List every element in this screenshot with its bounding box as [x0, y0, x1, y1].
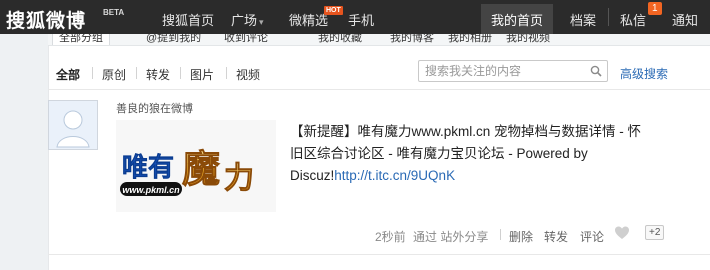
svg-text:唯有: 唯有 — [122, 153, 174, 183]
nav-messages[interactable]: 私信 — [620, 10, 646, 29]
advanced-search-link[interactable]: 高级搜索 — [620, 65, 668, 82]
chevron-down-icon: ▾ — [259, 18, 264, 28]
filter-divider — [136, 67, 137, 79]
nav-plaza[interactable]: 广场 ▾ — [231, 10, 264, 29]
tab-video[interactable]: 我的视频 — [506, 34, 550, 45]
beta-tag: BETA — [103, 8, 125, 17]
delete-button[interactable]: 删除 — [509, 228, 533, 245]
site-logo[interactable]: 搜狐微博 — [6, 6, 86, 33]
filter-video[interactable]: 视频 — [236, 66, 260, 83]
nav-profile[interactable]: 档案 — [570, 10, 596, 29]
top-navigation-bar: 搜狐微博 BETA 搜狐首页 广场 ▾ 微精选 HOT 手机 我的首页 档案 私信… — [0, 0, 710, 34]
nav-plaza-label: 广场 — [231, 14, 258, 29]
svg-text:魔: 魔 — [182, 147, 220, 191]
filter-original[interactable]: 原创 — [102, 66, 126, 83]
post-image[interactable]: 唯有 魔 力 www.pkml.cn — [116, 120, 276, 212]
nav-my-home[interactable]: 我的首页 — [481, 4, 554, 34]
action-divider — [500, 229, 501, 240]
filter-repost[interactable]: 转发 — [146, 66, 170, 83]
comment-button[interactable]: 评论 — [580, 228, 604, 245]
filter-divider — [92, 67, 93, 79]
heart-icon[interactable] — [614, 225, 630, 241]
post-text-line-2: 旧区综合讨论区 - 唯有魔力宝贝论坛 - Powered by — [290, 146, 588, 161]
tab-favorites[interactable]: 我的收藏 — [318, 34, 362, 45]
search-input[interactable] — [419, 61, 584, 81]
post-content: 【新提醒】唯有魔力www.pkml.cn 宠物掉档与数据详情 - 怀 旧区综合讨… — [290, 121, 670, 187]
nav-mobile[interactable]: 手机 — [348, 10, 374, 29]
thumbnail-url-text: www.pkml.cn — [122, 185, 180, 195]
filter-divider — [180, 67, 181, 79]
message-count-badge: 1 — [648, 2, 662, 15]
post-link[interactable]: http://t.itc.cn/9UQnK — [334, 168, 455, 183]
default-avatar-icon — [49, 101, 97, 149]
svg-text:力: 力 — [224, 161, 254, 196]
filter-images[interactable]: 图片 — [190, 66, 214, 83]
tab-mentions[interactable]: @提到我的 — [146, 34, 201, 45]
feed-search-box — [418, 60, 608, 82]
tab-all-groups[interactable]: 全部分组 — [52, 34, 110, 45]
nav-featured[interactable]: 微精选 — [289, 10, 328, 29]
post-separator — [48, 254, 710, 255]
post-timestamp[interactable]: 2秒前 — [375, 228, 406, 245]
hot-badge: HOT — [324, 6, 343, 15]
nav-sohu-home[interactable]: 搜狐首页 — [162, 10, 214, 29]
repost-button[interactable]: 转发 — [544, 228, 568, 245]
filter-divider-line — [48, 89, 710, 90]
post-text-line-3: Discuz!http://t.itc.cn/9UQnK — [290, 165, 670, 187]
post-thumbnail-image: 唯有 魔 力 www.pkml.cn — [116, 120, 276, 212]
search-icon[interactable] — [590, 65, 602, 77]
tab-album[interactable]: 我的相册 — [448, 34, 492, 45]
nav-divider — [608, 8, 609, 26]
like-count-badge[interactable]: +2 — [645, 225, 665, 240]
post-text-line-1: 【新提醒】唯有魔力www.pkml.cn 宠物掉档与数据详情 - 怀 — [290, 124, 642, 139]
filter-divider — [226, 67, 227, 79]
post-text-tail: Discuz! — [290, 168, 335, 183]
post-source[interactable]: 通过 站外分享 — [413, 228, 488, 245]
group-tab-bar: 全部分组 @提到我的 收到评论 我的收藏 我的博客 我的相册 我的视频 — [48, 34, 710, 46]
avatar[interactable] — [48, 100, 98, 150]
filter-all[interactable]: 全部 — [56, 66, 80, 83]
post-author[interactable]: 善良的狼在微博 — [116, 100, 193, 116]
tab-comments[interactable]: 收到评论 — [224, 34, 268, 45]
nav-notifications[interactable]: 通知 — [672, 10, 698, 29]
tab-blog[interactable]: 我的博客 — [390, 34, 434, 45]
